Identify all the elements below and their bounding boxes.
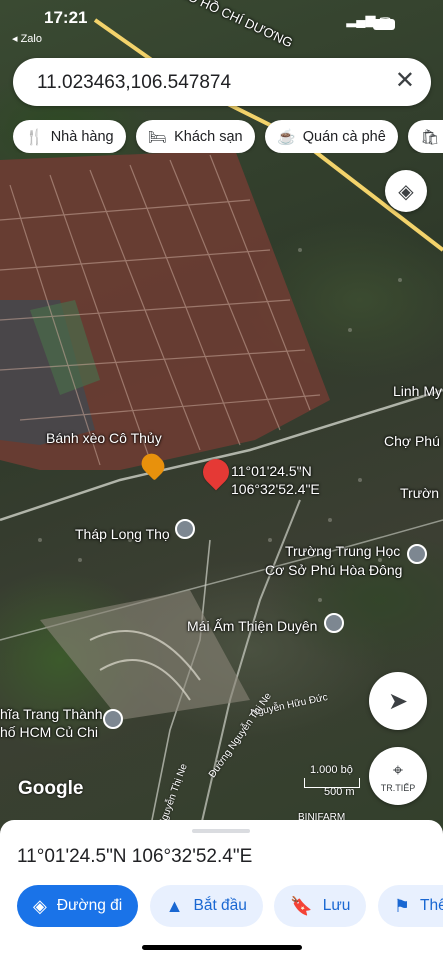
layers-icon: ◈ xyxy=(398,180,414,203)
sheet-drag-handle[interactable] xyxy=(192,829,250,833)
home-indicator[interactable] xyxy=(142,945,302,950)
coffee-icon: ☕ xyxy=(277,128,296,146)
directions-icon: ◈ xyxy=(33,895,47,916)
chip-shopping[interactable]: 🛍M xyxy=(408,120,443,153)
back-to-app-link[interactable]: ◂ Zalo xyxy=(12,32,42,45)
pin-lat-label: 11°01'24.5"N xyxy=(231,463,312,479)
layers-button[interactable]: ◈ xyxy=(385,170,427,212)
place-coordinates: 11°01'24.5"N 106°32'52.4"E xyxy=(17,846,253,867)
place-label-thap-long-tho[interactable]: Tháp Long Thọ xyxy=(75,526,170,542)
place-label-truong-line2[interactable]: Cơ Sở Phú Hòa Đông xyxy=(265,562,402,578)
shelter-marker-icon[interactable] xyxy=(324,613,344,633)
landmark-marker-icon[interactable] xyxy=(175,519,195,539)
location-arrow-icon: ➤ xyxy=(387,687,409,715)
directions-button[interactable]: ◈ Đường đi xyxy=(17,885,139,927)
search-bar[interactable]: 11.023463,106.547874 ✕ xyxy=(13,58,431,106)
google-logo: Google xyxy=(18,778,84,799)
add-button[interactable]: ⚑ Thêm xyxy=(377,885,443,927)
status-bar: 17:21 ▂▄▆ ᯤ xyxy=(0,0,443,34)
live-view-icon: ⌖ xyxy=(392,759,404,780)
chip-label: Quán cà phê xyxy=(302,128,386,145)
save-button[interactable]: 🔖 Lưu xyxy=(274,885,367,927)
place-label-linh-my[interactable]: Linh My xyxy=(393,383,442,399)
status-time: 17:21 xyxy=(44,8,88,27)
place-label-mai-am[interactable]: Mái Ấm Thiện Duyên xyxy=(187,618,317,634)
search-query-text[interactable]: 11.023463,106.547874 xyxy=(37,72,231,94)
cemetery-marker-icon[interactable] xyxy=(103,709,123,729)
start-label: Bắt đầu xyxy=(193,897,247,914)
place-label-nghia-trang-line2[interactable]: hố HCM Củ Chi xyxy=(0,724,98,740)
chip-coffee[interactable]: ☕ Quán cà phê xyxy=(265,120,398,153)
category-chips: 🍴 Nhà hàng 🛏 Khách sạn ☕ Quán cà phê 🛍M xyxy=(13,120,443,153)
navigation-icon: ▲ xyxy=(165,895,184,916)
scale-bar-line xyxy=(304,778,360,788)
chip-label: Khách sạn xyxy=(174,128,243,145)
place-label-nghia-trang-line1[interactable]: hĩa Trang Thành xyxy=(0,706,102,722)
live-view-label: TR.TIẾP xyxy=(380,782,416,793)
school-marker-icon[interactable] xyxy=(407,544,427,564)
place-label-cho-phu[interactable]: Chợ Phú xyxy=(384,433,440,449)
battery-icon xyxy=(373,19,395,30)
bookmark-icon: 🔖 xyxy=(290,895,313,916)
shopping-bag-icon: 🛍 xyxy=(420,128,440,146)
place-label-banh-xeo[interactable]: Bánh xèo Cô Thủy xyxy=(46,430,162,446)
action-buttons: ◈ Đường đi ▲ Bắt đầu 🔖 Lưu ⚑ Thêm xyxy=(17,885,443,927)
my-location-button[interactable]: ➤ xyxy=(369,672,427,730)
place-label-truong-line1[interactable]: Trường Trung Học xyxy=(285,543,400,559)
save-label: Lưu xyxy=(322,897,351,914)
live-view-button[interactable]: ⌖ TR.TIẾP xyxy=(369,747,427,805)
start-button[interactable]: ▲ Bắt đầu xyxy=(149,885,263,927)
chip-label: Nhà hàng xyxy=(50,128,114,145)
flag-icon: ⚑ xyxy=(393,895,411,916)
place-label-truong-right[interactable]: Trườn xyxy=(400,485,439,501)
restaurant-icon: 🍴 xyxy=(25,128,44,146)
chip-hotels[interactable]: 🛏 Khách sạn xyxy=(136,120,255,153)
place-sheet[interactable]: 11°01'24.5"N 106°32'52.4"E ◈ Đường đi ▲ Bắ… xyxy=(0,820,443,959)
hotel-icon: 🛏 xyxy=(148,128,168,146)
pin-lng-label: 106°32'52.4"E xyxy=(231,481,320,497)
add-label: Thêm xyxy=(420,897,443,914)
scale-imperial: 1.000 bộ xyxy=(310,764,353,776)
chip-restaurants[interactable]: 🍴 Nhà hàng xyxy=(13,120,126,153)
directions-label: Đường đi xyxy=(56,897,123,914)
scale-bar: 1.000 bộ 500 m xyxy=(304,764,360,798)
close-icon[interactable]: ✕ xyxy=(395,69,415,93)
